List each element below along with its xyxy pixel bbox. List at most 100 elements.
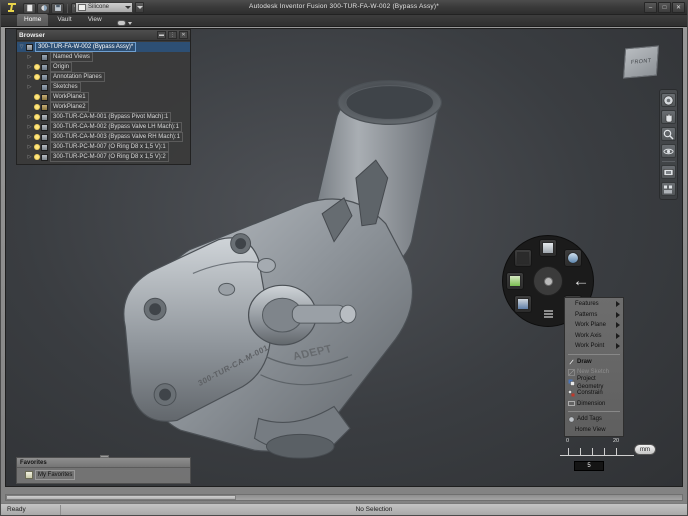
new-button[interactable] — [23, 3, 36, 14]
radial-segment-origin[interactable] — [514, 249, 532, 267]
expander-icon[interactable]: ▷ — [25, 134, 34, 140]
menu-item-work-axis[interactable]: Work Axis — [565, 331, 623, 342]
expander-icon[interactable]: ▷ — [25, 124, 34, 130]
favorites-panel-header: Favorites — [17, 458, 190, 468]
qat-separator — [67, 4, 68, 13]
visibility-bulb-icon[interactable] — [34, 114, 40, 120]
ribbon-overflow[interactable] — [117, 20, 132, 26]
visibility-bulb-icon[interactable] — [34, 134, 40, 140]
visibility-bulb-icon[interactable] — [34, 74, 40, 80]
visibility-bulb-icon[interactable] — [34, 104, 40, 110]
menu-item-work-plane[interactable]: Work Plane — [565, 320, 623, 331]
orbit-button[interactable] — [661, 144, 676, 158]
maximize-button[interactable]: □ — [658, 2, 671, 13]
visibility-bulb-icon[interactable] — [34, 144, 40, 150]
menu-item-add-tags[interactable]: Add Tags — [565, 414, 623, 425]
visibility-bulb-icon[interactable] — [34, 154, 40, 160]
tree-item-assembly-root[interactable]: ▽ 300-TUR-FA-W-002 (Bypass Assy)* — [17, 42, 190, 52]
viewcube-front-face[interactable]: FRONT — [623, 45, 659, 78]
tree-item-named-views[interactable]: ▷ Named Views — [17, 52, 190, 62]
3d-viewport[interactable]: 300-TUR-CA-M-001 ADEPT Browser ▬ ⋮ ✕ ▽ 3… — [5, 28, 683, 487]
visibility-bulb-icon[interactable] — [34, 64, 40, 70]
tab-home[interactable]: Home — [17, 14, 48, 26]
scale-unit-badge[interactable]: mm — [634, 444, 656, 455]
menu-item-work-point[interactable]: Work Point — [565, 341, 623, 352]
radial-segment-measure[interactable] — [564, 249, 582, 267]
menu-item-patterns[interactable]: Patterns — [565, 310, 623, 321]
draw-icon — [568, 358, 575, 365]
list-item-my-favorites[interactable]: My Favorites — [25, 470, 190, 480]
scale-value-field[interactable]: 5 — [574, 461, 604, 471]
save-button[interactable] — [51, 3, 64, 14]
look-at-button[interactable] — [661, 165, 676, 179]
tree-item-sketches[interactable]: ▷ Sketches — [17, 82, 190, 92]
menu-item-dimension[interactable]: Dimension — [565, 399, 623, 410]
tab-vault[interactable]: Vault — [50, 14, 78, 26]
marking-menu-hub-icon — [544, 277, 553, 286]
radial-segment-extrude[interactable] — [506, 272, 524, 290]
radial-segment-material[interactable] — [514, 295, 532, 313]
expander-icon[interactable]: ▽ — [17, 44, 26, 50]
minimize-button[interactable]: – — [644, 2, 657, 13]
tree-item-bypass-pivot-mach[interactable]: ▷ 300-TUR-CA-M-001 (Bypass Pivot Mach):1 — [17, 112, 190, 122]
expander-icon[interactable]: ▷ — [25, 144, 34, 150]
close-icon[interactable]: ✕ — [179, 31, 188, 39]
inventor-fusion-logo-icon[interactable] — [3, 1, 21, 15]
expander-icon[interactable]: ▷ — [25, 64, 34, 70]
folder-icon — [41, 74, 48, 81]
menu-item-project-geometry[interactable]: Project Geometry — [565, 378, 623, 389]
menu-item-features[interactable]: Features — [565, 299, 623, 310]
expander-icon[interactable]: ▷ — [25, 74, 34, 80]
zoom-button[interactable] — [661, 127, 676, 141]
pan-button[interactable] — [661, 110, 676, 124]
expander-icon[interactable]: ▷ — [25, 114, 34, 120]
scale-tick — [604, 448, 605, 455]
expander-icon[interactable]: ▷ — [25, 54, 34, 60]
favorites-panel: Favorites My Favorites — [16, 457, 191, 484]
browser-title: Browser — [19, 32, 45, 39]
context-menu[interactable]: Features Patterns Work Plane Work Axis W… — [564, 297, 624, 437]
qat-overflow-button[interactable] — [135, 2, 144, 13]
close-button[interactable]: ✕ — [672, 2, 685, 13]
menu-item-draw[interactable]: Draw — [565, 357, 623, 368]
visibility-bulb-icon[interactable] — [34, 124, 40, 130]
display-settings-button[interactable] — [661, 182, 676, 196]
panel-resize-grip[interactable] — [100, 455, 109, 458]
tree-item-bypass-valve-rh-mach[interactable]: ▷ 300-TUR-CA-M-003 (Bypass Valve RH Mach… — [17, 132, 190, 142]
expander-icon[interactable]: ▷ — [25, 84, 34, 90]
tree-item-workplane2[interactable]: WorkPlane2 — [17, 102, 190, 112]
dock-panel-icon[interactable]: ▬ — [157, 31, 166, 39]
chevron-right-icon — [616, 343, 620, 349]
folder-icon — [41, 54, 48, 61]
expander-icon[interactable]: ▷ — [25, 154, 34, 160]
visibility-bulb-icon[interactable] — [34, 54, 40, 60]
visibility-bulb-icon[interactable] — [34, 94, 40, 100]
radial-menu-hub[interactable] — [533, 266, 563, 296]
favorites-folder-icon — [25, 471, 33, 479]
tree-item-o-ring-1[interactable]: ▷ 300-TUR-PC-M-007 (O Ring D8 x 1,5 V):1 — [17, 142, 190, 152]
material-selector[interactable]: Silicone — [75, 2, 133, 13]
origin-axes-icon — [517, 252, 529, 264]
tree-item-bypass-valve-lh-mach[interactable]: ▷ 300-TUR-CA-M-002 (Bypass Valve LH Mach… — [17, 122, 190, 132]
visibility-bulb-icon[interactable] — [34, 84, 40, 90]
list-item-label: My Favorites — [35, 470, 75, 480]
menu-item-home-view[interactable]: Home View — [565, 425, 623, 436]
radial-segment-back[interactable]: ← — [572, 272, 590, 290]
tree-item-workplane1[interactable]: WorkPlane1 — [17, 92, 190, 102]
scale-baseline — [560, 455, 634, 456]
open-button[interactable] — [37, 3, 50, 14]
workplane-icon — [41, 104, 48, 111]
menu-item-constrain[interactable]: Constrain — [565, 388, 623, 399]
tree-item-origin[interactable]: ▷ Origin — [17, 62, 190, 72]
tree-item-o-ring-2[interactable]: ▷ 300-TUR-PC-M-007 (O Ring D8 x 1,5 V):2 — [17, 152, 190, 162]
scrollbar-thumb[interactable] — [6, 495, 236, 500]
radial-segment-labels[interactable] — [539, 305, 557, 323]
panel-menu-icon[interactable]: ⋮ — [168, 31, 177, 39]
radial-segment-sketch[interactable] — [539, 239, 557, 257]
steering-wheel-button[interactable] — [661, 93, 676, 107]
workplane-icon — [41, 94, 48, 101]
tree-item-annotation-planes[interactable]: ▷ Annotation Planes — [17, 72, 190, 82]
viewcube[interactable]: FRONT — [620, 39, 664, 83]
tab-view[interactable]: View — [81, 14, 109, 26]
horizontal-scrollbar[interactable] — [5, 494, 683, 501]
